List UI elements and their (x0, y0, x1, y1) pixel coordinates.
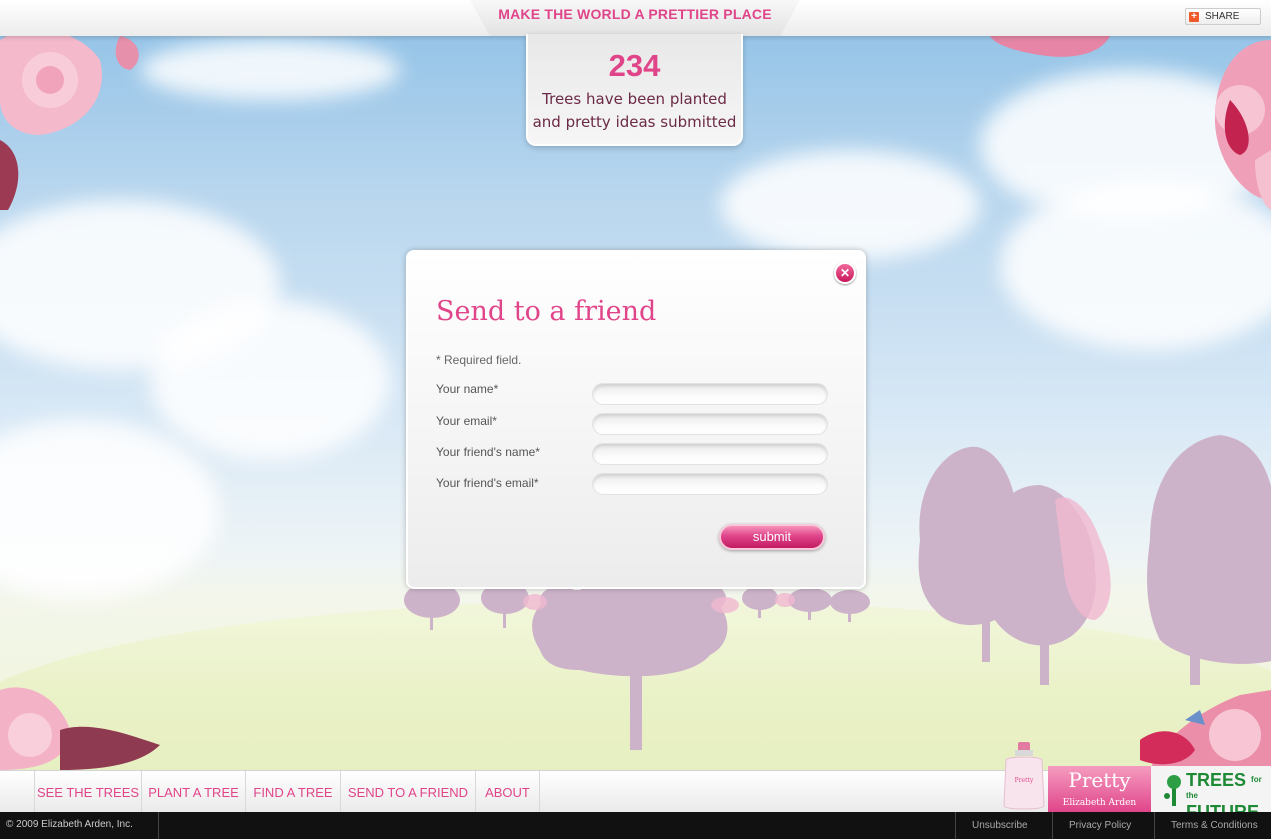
close-button[interactable]: ✕ (834, 262, 856, 284)
friend-name-input[interactable] (592, 443, 828, 465)
pretty-logo-text: Pretty (1068, 768, 1131, 792)
footer-divider (158, 812, 159, 839)
friend-email-label: Your friend's email* (436, 476, 539, 490)
submit-button[interactable]: submit (719, 524, 825, 550)
privacy-policy-link[interactable]: Privacy Policy (1069, 820, 1131, 831)
nav-about[interactable]: ABOUT (475, 771, 540, 813)
tree-count: 234 (608, 48, 661, 83)
send-to-friend-dialog: ✕ Send to a friend * Required field. You… (406, 250, 866, 589)
nav-plant-a-tree[interactable]: PLANT A TREE (141, 771, 245, 813)
brand-maker: Elizabeth Arden (1062, 798, 1137, 808)
nav-find-a-tree[interactable]: FIND A TREE (245, 771, 340, 813)
plus-icon: + (1189, 11, 1199, 22)
close-icon: ✕ (839, 266, 851, 280)
your-email-label: Your email* (436, 414, 497, 428)
counter-caption: Trees have been planted and pretty ideas… (528, 88, 741, 134)
your-name-label: Your name* (436, 382, 499, 396)
partner-main: TREES (1186, 770, 1247, 790)
dialog-title: Send to a friend (436, 296, 657, 327)
your-name-input[interactable] (592, 383, 828, 405)
footer-divider (1154, 812, 1155, 839)
page-title: MAKE THE WORLD A PRETTIER PLACE (498, 6, 772, 22)
copyright: © 2009 Elizabeth Arden, Inc. (6, 819, 133, 830)
unsubscribe-link[interactable]: Unsubscribe (972, 820, 1028, 831)
tree-people-icon (1164, 775, 1181, 806)
perfume-bottle-icon: Pretty (1003, 742, 1045, 810)
terms-link[interactable]: Terms & Conditions (1171, 820, 1258, 831)
friend-email-input[interactable] (592, 473, 828, 495)
tree-counter: 234 Trees have been planted and pretty i… (526, 34, 743, 146)
required-note: * Required field. (436, 353, 522, 367)
friend-name-label: Your friend's name* (436, 445, 540, 459)
nav-see-the-trees[interactable]: SEE THE TREES (34, 771, 141, 813)
footer-divider (955, 812, 956, 839)
your-email-input[interactable] (592, 413, 828, 435)
share-label: SHARE (1205, 11, 1240, 22)
nav-send-to-a-friend[interactable]: SEND TO A FRIEND (340, 771, 475, 813)
share-button[interactable]: + SHARE (1185, 8, 1261, 25)
counter-line-2: and pretty ideas submitted (532, 113, 737, 131)
footer-divider (1052, 812, 1053, 839)
counter-line-1: Trees have been planted (542, 90, 727, 108)
bottle-label: Pretty (1015, 777, 1034, 784)
